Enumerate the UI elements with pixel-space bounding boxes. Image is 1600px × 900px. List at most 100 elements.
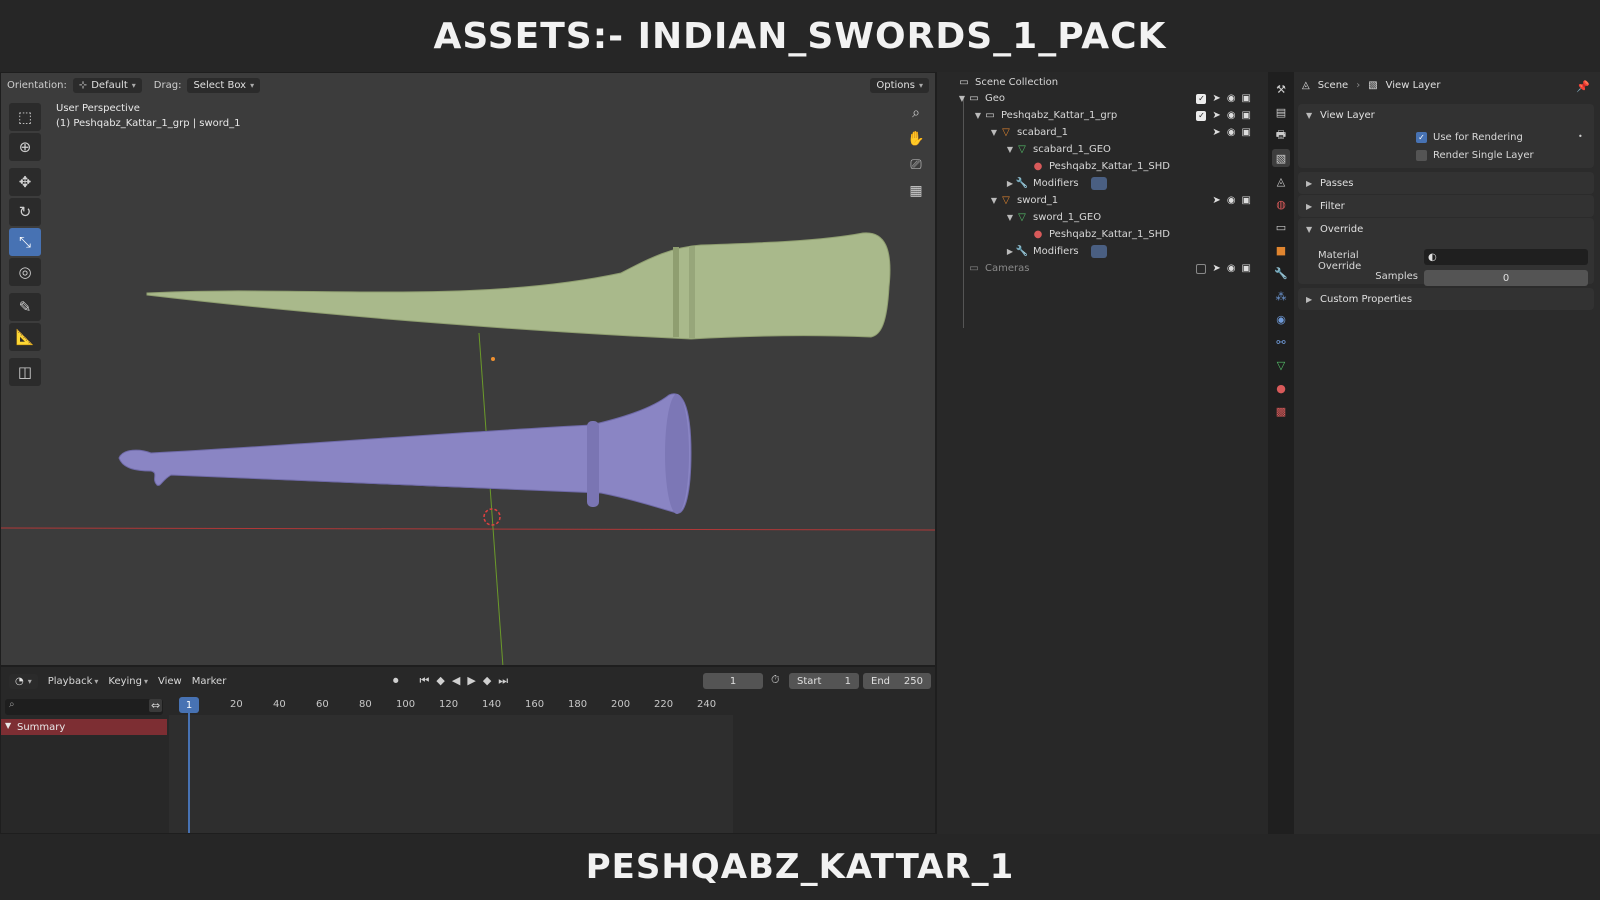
next-keyframe-icon[interactable]: ◆ <box>483 674 491 688</box>
scene-collection-row[interactable]: ▭ Scene Collection <box>937 74 1269 91</box>
timeline-editor[interactable]: ◔ ▾ Playback ▾ Keying ▾ View Marker ⏺ ⏮ ◆ ◀… <box>0 666 936 834</box>
editor-type-dropdown[interactable]: ◔ ▾ <box>9 673 38 689</box>
outliner-row-scabard[interactable]: ▼ ▽ scabard_1 ➤ ◉ ▣ <box>937 124 1269 141</box>
expand-arrow-icon[interactable]: ▼ <box>989 128 999 137</box>
scale-tool[interactable]: ⤡ <box>9 228 41 256</box>
panel-header[interactable]: ▶ Passes <box>1298 172 1594 194</box>
pin-icon[interactable]: 📌 <box>1576 80 1590 93</box>
move-tool[interactable]: ✥ <box>9 168 41 196</box>
camera-render-icon[interactable]: ▣ <box>1242 263 1251 274</box>
camera-render-icon[interactable]: ▣ <box>1242 127 1251 138</box>
start-frame-field[interactable]: Start 1 <box>789 673 859 689</box>
expand-arrow-icon[interactable]: ▼ <box>1005 213 1015 222</box>
constraints-tab-icon[interactable]: ⚯ <box>1272 333 1290 351</box>
physics-tab-icon[interactable]: ◉ <box>1272 310 1290 328</box>
camera-render-icon[interactable]: ▣ <box>1242 93 1251 104</box>
expand-arrow-icon[interactable]: ▶ <box>1005 179 1015 188</box>
checkbox-icon[interactable]: ✓ <box>1196 93 1207 104</box>
output-tab-icon[interactable]: 🖶 <box>1272 126 1290 144</box>
current-frame-field[interactable]: 1 <box>703 673 763 689</box>
custom-properties-panel[interactable]: ▶ Custom Properties <box>1298 288 1594 310</box>
camera-render-icon[interactable]: ▣ <box>1242 195 1251 206</box>
object-tab-icon[interactable]: ■ <box>1272 241 1290 259</box>
render-tab-icon[interactable]: ▤ <box>1272 103 1290 121</box>
properties-editor[interactable]: ◬ Scene › ▧ View Layer 📌 ▼ View Layer ✓ Us… <box>1294 72 1600 834</box>
expand-arrow-icon[interactable]: ▼ <box>1005 145 1015 154</box>
breadcrumb-view-layer[interactable]: View Layer <box>1386 80 1441 91</box>
annotate-tool[interactable]: ✎ <box>9 293 41 321</box>
transform-tool[interactable]: ◎ <box>9 258 41 286</box>
outliner[interactable]: ▭ Scene Collection ▼ ▭ Geo ✓ ➤ ◉ ▣ ▼ ▭ Peshqabz_… <box>936 72 1268 834</box>
drag-dropdown[interactable]: Select Box ▾ <box>187 77 261 93</box>
use-for-rendering-checkbox[interactable]: ✓ Use for Rendering <box>1416 132 1523 143</box>
outliner-row-sword-geo[interactable]: ▼ ▽ sword_1_GEO <box>937 209 1269 226</box>
texture-tab-icon[interactable]: ▩ <box>1272 402 1290 420</box>
passes-panel[interactable]: ▶ Passes <box>1298 172 1594 194</box>
breadcrumb-scene[interactable]: Scene <box>1318 80 1349 91</box>
3d-viewport[interactable]: Orientation: ⊹ Default ▾ Drag: Select Box ▾… <box>0 72 936 666</box>
select-arrow-icon[interactable]: ➤ <box>1212 263 1220 274</box>
select-arrow-icon[interactable]: ➤ <box>1212 110 1220 121</box>
options-dropdown[interactable]: Options ▾ <box>870 77 929 93</box>
expand-arrow-icon[interactable]: ▼ <box>957 94 967 103</box>
samples-field[interactable]: 0 <box>1424 270 1588 286</box>
view-layer-tab-icon[interactable]: ▧ <box>1272 149 1290 167</box>
material-override-field[interactable]: ◐ <box>1424 249 1588 265</box>
select-box-tool[interactable]: ⬚ <box>9 103 41 131</box>
tool-tab-icon[interactable]: ⚒ <box>1272 80 1290 98</box>
dopesheet-area[interactable] <box>169 715 733 833</box>
swap-icon[interactable]: ⇔ <box>149 699 163 712</box>
jump-start-icon[interactable]: ⏮ <box>420 674 430 688</box>
marker-menu[interactable]: Marker <box>192 676 227 687</box>
outliner-row-sword-modifiers[interactable]: ▶ 🔧 Modifiers <box>937 243 1269 260</box>
panel-header[interactable]: ▼ Override <box>1298 218 1594 240</box>
end-frame-field[interactable]: End 250 <box>863 673 931 689</box>
world-tab-icon[interactable]: ◍ <box>1272 195 1290 213</box>
frame-ruler[interactable]: 20 40 60 80 100 120 140 160 180 200 220 … <box>169 697 729 715</box>
outliner-row-sword-shd[interactable]: ● Peshqabz_Kattar_1_SHD <box>937 226 1269 243</box>
outliner-row-cameras[interactable]: ▭ Cameras ➤ ◉ ▣ <box>937 260 1269 277</box>
eye-icon[interactable]: ◉ <box>1227 93 1236 104</box>
camera-view-icon[interactable]: ⎚ <box>905 155 927 175</box>
eye-icon[interactable]: ◉ <box>1227 127 1236 138</box>
camera-render-icon[interactable]: ▣ <box>1242 110 1251 121</box>
play-icon[interactable]: ▶ <box>467 674 475 688</box>
channel-search-input[interactable]: ⌕ <box>5 699 163 715</box>
panel-header[interactable]: ▶ Filter <box>1298 195 1594 217</box>
play-reverse-icon[interactable]: ◀ <box>452 674 460 688</box>
add-cube-tool[interactable]: ◫ <box>9 358 41 386</box>
eye-icon[interactable]: ◉ <box>1227 195 1236 206</box>
collection-tab-icon[interactable]: ▭ <box>1272 218 1290 236</box>
outliner-row-sword[interactable]: ▼ ▽ sword_1 ➤ ◉ ▣ <box>937 192 1269 209</box>
outliner-row-geo[interactable]: ▼ ▭ Geo ✓ ➤ ◉ ▣ <box>937 90 1269 107</box>
measure-tool[interactable]: 📐 <box>9 323 41 351</box>
render-single-layer-checkbox[interactable]: Render Single Layer <box>1416 150 1534 161</box>
viewport-canvas[interactable] <box>1 73 936 666</box>
panel-header[interactable]: ▶ Custom Properties <box>1298 288 1594 310</box>
playhead-line[interactable] <box>188 713 190 833</box>
current-frame-marker[interactable]: 1 <box>179 697 199 713</box>
keyframe-dot-icon[interactable]: • <box>1578 132 1583 141</box>
expand-arrow-icon[interactable]: ▶ <box>1005 247 1015 256</box>
outliner-row-scabard-geo[interactable]: ▼ ▽ scabard_1_GEO <box>937 141 1269 158</box>
eye-icon[interactable]: ◉ <box>1227 110 1236 121</box>
outliner-row-scabard-shd[interactable]: ● Peshqabz_Kattar_1_SHD <box>937 158 1269 175</box>
select-arrow-icon[interactable]: ➤ <box>1212 93 1220 104</box>
pan-hand-icon[interactable]: ✋ <box>905 129 927 149</box>
panel-header[interactable]: ▼ View Layer <box>1298 104 1594 126</box>
modifier-tab-icon[interactable]: 🔧 <box>1272 264 1290 282</box>
modifier-badge-icon[interactable] <box>1090 177 1107 190</box>
record-icon[interactable]: ⏺ <box>393 674 399 688</box>
zoom-icon[interactable]: ⌕ <box>905 103 927 123</box>
checkbox-icon[interactable] <box>1196 263 1207 274</box>
view-menu[interactable]: View <box>158 676 182 687</box>
checkbox-icon[interactable]: ✓ <box>1196 110 1207 121</box>
playback-menu[interactable]: Playback <box>48 676 93 687</box>
particles-tab-icon[interactable]: ⁂ <box>1272 287 1290 305</box>
rotate-tool[interactable]: ↻ <box>9 198 41 226</box>
summary-channel[interactable]: ▼ Summary <box>1 719 167 735</box>
select-arrow-icon[interactable]: ➤ <box>1212 127 1220 138</box>
perspective-grid-icon[interactable]: ▦ <box>905 181 927 201</box>
outliner-row-grp[interactable]: ▼ ▭ Peshqabz_Kattar_1_grp ✓ ➤ ◉ ▣ <box>937 107 1269 124</box>
material-tab-icon[interactable]: ● <box>1272 379 1290 397</box>
